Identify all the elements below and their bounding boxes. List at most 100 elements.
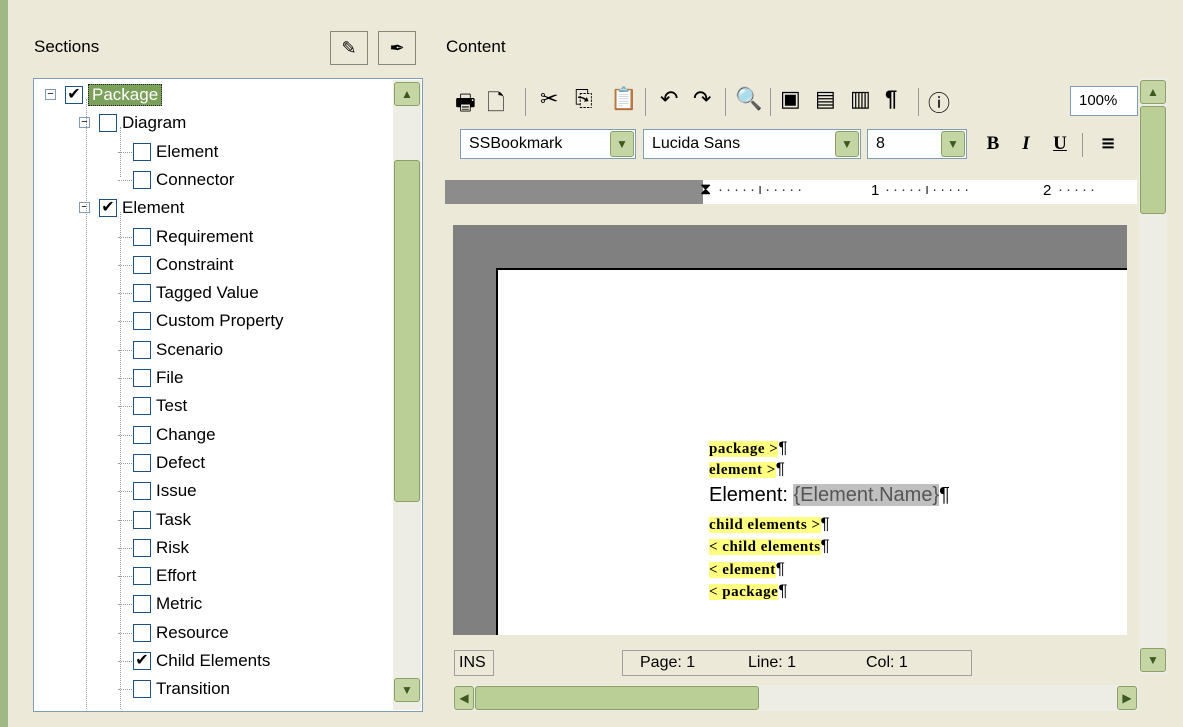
scroll-left-button[interactable]: ◀ xyxy=(454,686,474,710)
tree-item[interactable]: ✔ Child Elements xyxy=(133,647,270,675)
insert-field-icon[interactable]: ▣ xyxy=(780,86,801,112)
tree-item[interactable]: Change xyxy=(133,421,216,449)
section-properties-button[interactable]: ✒ xyxy=(378,31,416,65)
scroll-down-button[interactable]: ▼ xyxy=(1140,648,1166,672)
tree-item-label: Custom Property xyxy=(156,311,284,331)
tree-item[interactable]: Element xyxy=(133,138,218,166)
undo-icon[interactable]: ↶ xyxy=(660,86,678,112)
find-icon[interactable]: 🔍 xyxy=(735,86,762,112)
page-header-icon[interactable]: ▤ xyxy=(815,86,836,112)
print-preview-icon[interactable]: 🗋 xyxy=(487,86,505,124)
tree-checkbox[interactable] xyxy=(99,114,117,133)
tree-collapse-toggle[interactable]: − xyxy=(79,202,90,214)
show-formatting-icon[interactable]: ¶ xyxy=(885,86,897,112)
tree-item[interactable]: Effort xyxy=(133,562,196,590)
bookmark-tag: < element xyxy=(709,562,776,578)
editor-toolbar: 🖶 🗋 ✂ ⎘ 📋 ↶ ↷ 🔍 ▣ ▤ ▥ ¶ ⓘ 100% xyxy=(445,82,1138,124)
copy-icon[interactable]: ⎘ xyxy=(575,86,593,112)
tree-item[interactable]: Scenario xyxy=(133,336,223,364)
tree-item[interactable]: Issue xyxy=(133,477,197,505)
content-horizontal-scrollbar[interactable]: ◀ ▶ xyxy=(453,685,1139,711)
underline-button[interactable]: U xyxy=(1045,129,1075,159)
tree-checkbox[interactable] xyxy=(133,312,151,331)
tree-item[interactable]: Transition xyxy=(133,675,230,703)
chevron-left-icon: ◀ xyxy=(459,691,469,705)
tree-item-label: Requirement xyxy=(156,226,254,246)
scroll-up-button[interactable]: ▲ xyxy=(1140,80,1166,104)
tree-item[interactable]: Connector xyxy=(133,166,234,194)
status-line: Line: 1 xyxy=(748,651,797,675)
tree-item[interactable]: Task xyxy=(133,506,191,534)
tree-checkbox[interactable] xyxy=(133,397,151,416)
print-icon[interactable]: 🖶 xyxy=(455,86,476,124)
tree-item[interactable]: Risk xyxy=(133,534,189,562)
tree-item[interactable]: Defect xyxy=(133,449,205,477)
tree-item[interactable]: ✔ Package xyxy=(65,81,163,109)
tree-item-label: Change xyxy=(156,424,216,444)
redo-icon[interactable]: ↷ xyxy=(693,86,711,112)
tree-checkbox[interactable]: ✔ xyxy=(99,199,117,218)
tree-item[interactable]: Metric xyxy=(133,590,202,618)
bold-button[interactable]: B xyxy=(978,129,1008,159)
cut-icon[interactable]: ✂ xyxy=(540,86,558,112)
tree-collapse-toggle[interactable]: − xyxy=(79,117,90,129)
scroll-thumb[interactable] xyxy=(394,160,420,502)
tree-checkbox[interactable]: ✔ xyxy=(133,652,151,670)
italic-button[interactable]: I xyxy=(1011,129,1041,159)
tree-checkbox[interactable] xyxy=(133,255,151,274)
chevron-down-icon[interactable]: ▼ xyxy=(941,131,965,157)
tree-checkbox[interactable] xyxy=(133,425,151,444)
zoom-field[interactable]: 100% xyxy=(1070,86,1138,116)
scroll-down-button[interactable]: ▼ xyxy=(394,678,420,702)
sections-tree[interactable]: − ✔ Package − Diagram Element Connector − ✔ Eleme… xyxy=(33,78,423,712)
edit-section-button[interactable]: ✎ xyxy=(330,31,368,65)
bookmark-tag: package > xyxy=(709,441,779,457)
indent-marker-icon[interactable]: ⧗ xyxy=(700,181,711,199)
tree-item[interactable]: File xyxy=(133,364,183,392)
tree-item[interactable]: Constraint xyxy=(133,251,233,279)
tree-checkbox[interactable] xyxy=(133,453,151,472)
tree-item[interactable]: ✔ Element xyxy=(99,194,184,222)
scroll-thumb[interactable] xyxy=(1140,106,1166,214)
tree-checkbox[interactable] xyxy=(133,369,151,387)
tree-checkbox[interactable]: ✔ xyxy=(65,86,83,104)
element-name-field[interactable]: {Element.Name} xyxy=(793,484,940,506)
tree-item[interactable]: Diagram xyxy=(99,109,186,137)
style-combo[interactable]: SSBookmark ▼ xyxy=(460,129,636,159)
content-vertical-scrollbar[interactable]: ▲ ▼ xyxy=(1139,78,1167,674)
paste-icon[interactable]: 📋 xyxy=(610,86,637,112)
font-combo[interactable]: Lucida Sans ▼ xyxy=(643,129,861,159)
tree-checkbox[interactable] xyxy=(133,567,151,586)
scroll-up-button[interactable]: ▲ xyxy=(394,82,420,106)
chevron-down-icon[interactable]: ▼ xyxy=(610,131,634,157)
tree-checkbox[interactable] xyxy=(133,538,151,557)
chevron-down-icon[interactable]: ▼ xyxy=(835,131,859,157)
scroll-thumb[interactable] xyxy=(475,686,759,710)
tree-vertical-scrollbar[interactable]: ▲ ▼ xyxy=(393,80,421,710)
tree-checkbox[interactable] xyxy=(133,595,151,614)
tree-item[interactable]: Tagged Value xyxy=(133,279,259,307)
tree-checkbox[interactable] xyxy=(133,680,151,699)
tree-checkbox[interactable] xyxy=(133,170,151,189)
tree-checkbox[interactable] xyxy=(133,284,151,303)
tree-item[interactable]: Test xyxy=(133,392,187,420)
pilcrow: ¶ xyxy=(820,514,830,533)
tree-item[interactable]: Resource xyxy=(133,619,229,647)
tree-collapse-toggle[interactable]: − xyxy=(45,89,56,100)
font-size-combo[interactable]: 8 ▼ xyxy=(867,129,967,159)
tree-checkbox[interactable] xyxy=(133,142,151,161)
tree-item[interactable]: Custom Property xyxy=(133,307,284,335)
document-page[interactable] xyxy=(496,268,1127,635)
help-icon[interactable]: ⓘ xyxy=(928,86,950,118)
tree-checkbox[interactable] xyxy=(133,340,151,359)
tree-checkbox[interactable] xyxy=(133,227,151,246)
scroll-right-button[interactable]: ▶ xyxy=(1117,686,1137,710)
tree-checkbox[interactable] xyxy=(133,623,151,642)
pilcrow: ¶ xyxy=(775,559,785,578)
page-footer-icon[interactable]: ▥ xyxy=(850,86,871,112)
align-left-icon[interactable]: ≡ xyxy=(1093,129,1123,159)
tree-checkbox[interactable] xyxy=(133,482,151,501)
ruler-ticks: ·····ı····· xyxy=(718,181,806,198)
tree-checkbox[interactable] xyxy=(133,510,151,529)
tree-item[interactable]: Requirement xyxy=(133,223,253,251)
